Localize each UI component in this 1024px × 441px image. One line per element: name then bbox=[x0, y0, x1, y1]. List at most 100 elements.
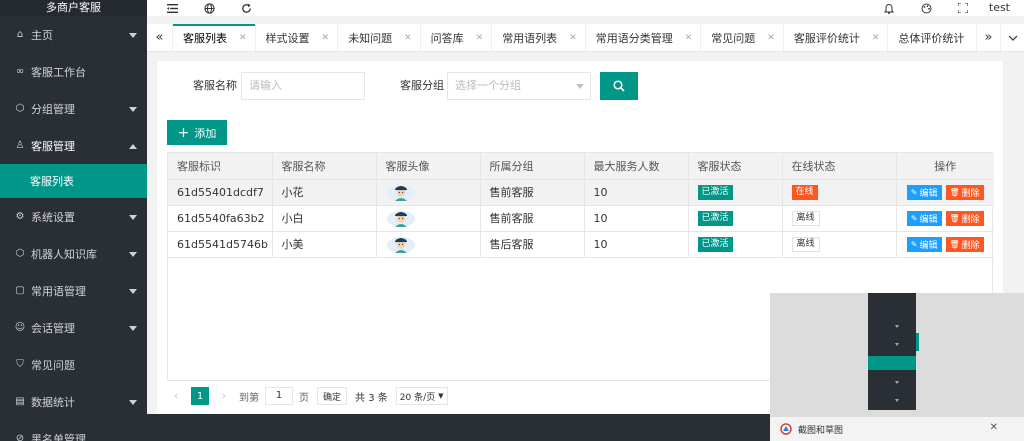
sidebar-item-8[interactable]: ⛉ 常见问题 bbox=[0, 346, 147, 383]
table-row[interactable]: 61d55401dcdf7 小花 售前客服 10 已激活 在线 ✎ 编辑 🗑 删除 bbox=[168, 179, 994, 206]
tab-7[interactable]: 客服评价统计 ✕ bbox=[784, 24, 889, 51]
close-icon[interactable]: ✕ bbox=[990, 422, 998, 433]
close-icon[interactable]: ✕ bbox=[239, 33, 247, 43]
sidebar-item-label: 分组管理 bbox=[31, 102, 75, 116]
next-page-icon[interactable]: › bbox=[215, 387, 233, 405]
column-header: 最大服务人数 bbox=[584, 153, 689, 180]
delete-button[interactable]: 🗑 删除 bbox=[945, 236, 984, 252]
agent-status-cell: 已激活 bbox=[688, 205, 783, 232]
table-row[interactable]: 61d5540fa63b2 小白 售前客服 10 已激活 离线 ✎ 编辑 🗑 删除 bbox=[168, 205, 994, 232]
sidebar-item-7[interactable]: ☺ 会话管理 bbox=[0, 309, 147, 346]
close-icon[interactable]: ✕ bbox=[872, 33, 880, 43]
column-header: 客服头像 bbox=[376, 153, 481, 180]
goto-confirm-button[interactable]: 确定 bbox=[317, 387, 348, 405]
online-status-cell: 离线 bbox=[782, 231, 897, 258]
globe-icon[interactable] bbox=[200, 0, 218, 16]
actions-cell: ✎ 编辑 🗑 删除 bbox=[896, 205, 994, 232]
agent-name: 小白 bbox=[272, 205, 377, 232]
sidebar-item-label: 系统设置 bbox=[31, 210, 75, 224]
close-icon[interactable]: ✕ bbox=[404, 33, 412, 43]
sidebar-subitem-agent-list[interactable]: 客服列表 bbox=[0, 164, 147, 198]
tab-5[interactable]: 常用语分类管理 ✕ bbox=[586, 24, 702, 51]
avatar bbox=[386, 235, 416, 253]
chevron-down-icon bbox=[895, 381, 899, 384]
tab-2[interactable]: 未知问题 ✕ bbox=[338, 24, 421, 51]
sidebar-item-10[interactable]: ⊘ 黑名单管理 bbox=[0, 420, 147, 441]
add-agent-button[interactable]: + 添加 bbox=[167, 120, 227, 145]
search-button[interactable] bbox=[600, 72, 638, 100]
chevron-down-icon: ▼ bbox=[438, 392, 444, 400]
name-search-input[interactable]: 请输入 bbox=[241, 72, 365, 100]
package-icon: ⬡ bbox=[15, 248, 25, 259]
bell-icon[interactable] bbox=[880, 0, 898, 16]
agent-name: 小美 bbox=[272, 231, 377, 258]
agent-avatar-cell bbox=[376, 205, 481, 232]
sidebar-item-4[interactable]: ⚙ 系统设置 bbox=[0, 198, 147, 235]
edit-icon: ✎ bbox=[910, 187, 918, 197]
delete-button[interactable]: 🗑 删除 bbox=[945, 210, 984, 226]
tabs-scroll-right-icon[interactable]: » bbox=[976, 24, 1000, 51]
tabs-menu-chevron-icon[interactable] bbox=[1000, 24, 1024, 51]
tab-4[interactable]: 常用语列表 ✕ bbox=[492, 24, 586, 51]
tab-bar: « 客服列表 ✕ 样式设置 ✕ 未知问题 ✕ 问答库 ✕ 常用语列表 ✕ 常用语分类管理 ✕ 常见问题 ✕… bbox=[147, 24, 1024, 52]
tab-8[interactable]: 总体评价统计✕ bbox=[888, 24, 976, 51]
refresh-icon[interactable] bbox=[237, 0, 255, 16]
sidebar-item-3[interactable]: ♙ 客服管理 bbox=[0, 127, 147, 164]
actions-cell: ✎ 编辑 🗑 删除 bbox=[896, 179, 994, 206]
goto-page-input[interactable]: 1 bbox=[265, 387, 293, 405]
snip-notification[interactable]: 截图和草图 ✕ bbox=[770, 293, 1024, 441]
tab-3[interactable]: 问答库 ✕ bbox=[421, 24, 493, 51]
sidebar-item-label: 会话管理 bbox=[31, 321, 75, 335]
status-badge: 已激活 bbox=[697, 237, 733, 252]
page-size-value: 20 条/页 bbox=[399, 392, 436, 403]
agent-avatar-cell bbox=[376, 179, 481, 206]
sidebar-item-6[interactable]: ▢ 常用语管理 bbox=[0, 272, 147, 309]
group-select[interactable]: 选择一个分组 bbox=[447, 72, 591, 100]
edit-button[interactable]: ✎ 编辑 bbox=[906, 236, 942, 252]
page-unit: 页 bbox=[299, 392, 309, 404]
tabs-scroll-left-icon[interactable]: « bbox=[147, 24, 173, 51]
pagination: ‹ 1 › 到第 1 页 确定 共 3 条 20 条/页 ▼ bbox=[167, 385, 448, 407]
tab-0[interactable]: 客服列表 ✕ bbox=[173, 24, 256, 51]
tab-1[interactable]: 样式设置 ✕ bbox=[256, 24, 339, 51]
group-select-placeholder: 选择一个分组 bbox=[455, 79, 521, 92]
sidebar-item-9[interactable]: ▤ 数据统计 bbox=[0, 383, 147, 420]
tab-label: 总体评价统计 bbox=[898, 31, 965, 45]
close-icon[interactable]: ✕ bbox=[476, 33, 484, 43]
theme-icon[interactable] bbox=[917, 0, 935, 16]
agent-avatar-cell bbox=[376, 231, 481, 258]
tab-label: 样式设置 bbox=[265, 31, 310, 45]
sidebar-item-2[interactable]: ⬡ 分组管理 bbox=[0, 90, 147, 127]
avatar bbox=[386, 209, 416, 227]
delete-button[interactable]: 🗑 删除 bbox=[945, 184, 984, 200]
close-icon[interactable]: ✕ bbox=[322, 33, 330, 43]
trash-icon: 🗑 bbox=[949, 239, 960, 249]
tab-6[interactable]: 常见问题 ✕ bbox=[701, 24, 784, 51]
trash-icon: 🗑 bbox=[949, 213, 960, 223]
menu-toggle-icon[interactable] bbox=[163, 0, 181, 16]
sidebar-item-0[interactable]: ⌂ 主页 bbox=[0, 16, 147, 53]
agent-id: 61d5540fa63b2 bbox=[168, 205, 273, 232]
close-icon[interactable]: ✕ bbox=[569, 33, 577, 43]
close-icon[interactable]: ✕ bbox=[767, 33, 775, 43]
edit-button[interactable]: ✎ 编辑 bbox=[906, 210, 942, 226]
bottom-strip bbox=[147, 414, 770, 441]
snip-preview-thumbnail bbox=[868, 293, 919, 410]
close-icon[interactable]: ✕ bbox=[685, 33, 693, 43]
page-current[interactable]: 1 bbox=[191, 387, 209, 405]
delete-label: 删除 bbox=[961, 240, 980, 251]
page-size-select[interactable]: 20 条/页 ▼ bbox=[395, 387, 448, 405]
edit-label: 编辑 bbox=[919, 240, 938, 251]
table-row[interactable]: 61d5541d5746b 小美 售后客服 10 已激活 离线 ✎ 编辑 🗑 删除 bbox=[168, 231, 994, 258]
chevron-down-icon bbox=[129, 325, 137, 331]
user-menu[interactable]: test bbox=[989, 0, 1010, 16]
sidebar-item-1[interactable]: ∞ 客服工作台 bbox=[0, 53, 147, 90]
prev-page-icon[interactable]: ‹ bbox=[167, 387, 185, 405]
chevron-down-icon bbox=[895, 399, 899, 402]
sidebar-item-5[interactable]: ⬡ 机器人知识库 bbox=[0, 235, 147, 272]
fullscreen-icon[interactable] bbox=[954, 0, 972, 16]
tab-label: 常用语分类管理 bbox=[595, 31, 673, 45]
edit-button[interactable]: ✎ 编辑 bbox=[906, 184, 942, 200]
tab-label: 常用语列表 bbox=[502, 31, 558, 45]
sidebar-item-label: 常见问题 bbox=[31, 358, 75, 372]
